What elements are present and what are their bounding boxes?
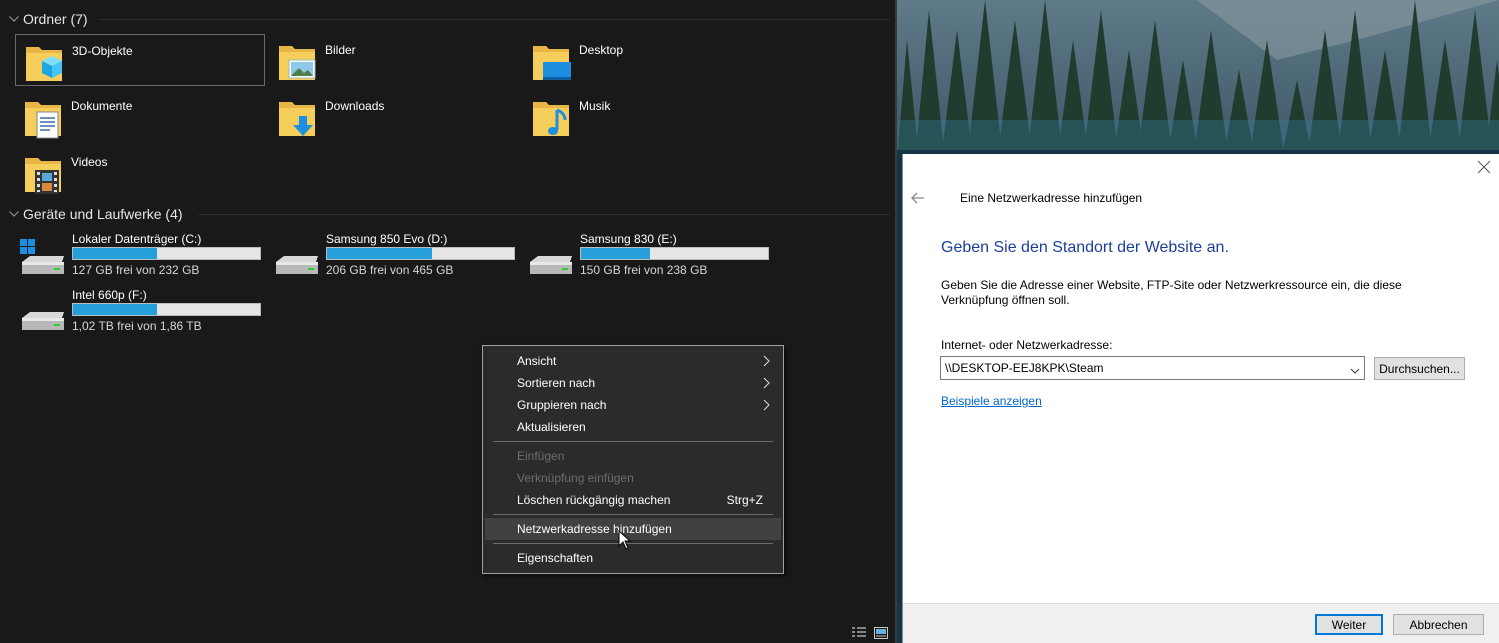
chevron-right-icon [763, 355, 771, 367]
menu-item-aktualisieren[interactable]: Aktualisieren [485, 416, 781, 438]
status-bar [0, 622, 895, 643]
group-divider [100, 19, 890, 20]
menu-item-loeschen-rueckgaengig[interactable]: Löschen rückgängig machen Strg+Z [485, 489, 781, 511]
menu-item-gruppieren-nach[interactable]: Gruppieren nach [485, 394, 781, 416]
dialog-heading: Geben Sie den Standort der Website an. [941, 239, 1229, 256]
system-drive-icon [16, 238, 66, 276]
menu-item-shortcut: Strg+Z [726, 493, 763, 507]
dialog-footer: Weiter Abbrechen [903, 603, 1499, 643]
folder-name: Dokumente [71, 99, 133, 113]
menu-item-label: Eigenschaften [517, 551, 594, 565]
drive-tile-c[interactable]: Lokaler Datenträger (C:) 127 GB frei von… [16, 232, 266, 282]
menu-item-label: Aktualisieren [517, 420, 586, 434]
cancel-button[interactable]: Abbrechen [1393, 614, 1484, 635]
close-icon[interactable] [1477, 160, 1491, 174]
drives-group-label: Geräte und Laufwerke (4) [23, 206, 183, 222]
folders-group-header[interactable]: Ordner (7) [6, 9, 88, 29]
browse-button[interactable]: Durchsuchen... [1374, 357, 1465, 380]
drives-group-header[interactable]: Geräte und Laufwerke (4) [6, 204, 183, 224]
menu-separator [493, 543, 773, 544]
drive-usage-bar [72, 303, 261, 316]
menu-item-eigenschaften[interactable]: Eigenschaften [485, 547, 781, 569]
details-view-icon[interactable] [851, 626, 867, 640]
chevron-down-icon[interactable] [6, 206, 22, 222]
context-menu: Ansicht Sortieren nach Gruppieren nach A… [482, 345, 784, 574]
menu-separator [493, 441, 773, 442]
drive-tile-e[interactable]: Samsung 830 (E:) 150 GB frei von 238 GB [524, 232, 774, 282]
videos-folder-icon [23, 152, 63, 196]
dialog-description: Geben Sie die Adresse einer Website, FTP… [941, 278, 1402, 307]
mouse-cursor-icon [618, 529, 632, 550]
chevron-right-icon [763, 377, 771, 389]
examples-link[interactable]: Beispiele anzeigen [941, 394, 1042, 408]
folder-tile-musik[interactable]: Musik [523, 90, 773, 142]
folder-name: Bilder [325, 43, 356, 57]
chevron-down-icon[interactable] [6, 11, 22, 27]
menu-item-label: Einfügen [517, 449, 565, 463]
drive-tile-f[interactable]: Intel 660p (F:) 1,02 TB frei von 1,86 TB [16, 288, 266, 338]
folder-name: 3D-Objekte [72, 44, 133, 58]
drive-free-space: 1,02 TB frei von 1,86 TB [72, 319, 202, 333]
drive-usage-bar [72, 247, 261, 260]
folder-tile-3d-objekte[interactable]: 3D-Objekte [15, 34, 265, 86]
desktop-folder-icon [531, 40, 571, 84]
folder-tile-dokumente[interactable]: Dokumente [15, 90, 265, 142]
folder-name: Downloads [325, 99, 385, 113]
back-arrow-icon[interactable] [911, 192, 925, 204]
3d-objects-folder-icon [24, 41, 64, 85]
menu-item-label: Sortieren nach [517, 376, 596, 390]
drive-name: Samsung 830 (E:) [580, 232, 677, 246]
menu-item-netzwerkadresse-hinzufuegen[interactable]: Netzwerkadresse hinzufügen [485, 518, 781, 540]
add-network-location-dialog: Eine Netzwerkadresse hinzufügen Geben Si… [902, 154, 1499, 643]
menu-item-ansicht[interactable]: Ansicht [485, 350, 781, 372]
drive-tile-d[interactable]: Samsung 850 Evo (D:) 206 GB frei von 465… [270, 232, 520, 282]
menu-item-label: Ansicht [517, 354, 557, 368]
menu-item-label: Gruppieren nach [517, 398, 607, 412]
music-folder-icon [531, 96, 571, 140]
documents-folder-icon [23, 96, 63, 140]
group-divider [198, 214, 890, 215]
menu-item-label: Löschen rückgängig machen [517, 493, 671, 507]
folder-tile-downloads[interactable]: Downloads [269, 90, 519, 142]
folder-name: Musik [579, 99, 611, 113]
pictures-folder-icon [277, 40, 317, 84]
address-combobox[interactable] [940, 356, 1365, 380]
next-button[interactable]: Weiter [1315, 614, 1383, 635]
drive-name: Samsung 850 Evo (D:) [326, 232, 448, 246]
folder-tile-bilder[interactable]: Bilder [269, 34, 519, 86]
folder-name: Desktop [579, 43, 624, 57]
folders-group-label: Ordner (7) [23, 11, 88, 27]
folder-name: Videos [71, 155, 108, 169]
folder-tile-videos[interactable]: Videos [15, 146, 265, 198]
drive-free-space: 206 GB frei von 465 GB [326, 263, 454, 277]
drive-free-space: 127 GB frei von 232 GB [72, 263, 200, 277]
folder-tile-desktop[interactable]: Desktop [523, 34, 773, 86]
downloads-folder-icon [277, 96, 317, 140]
drive-icon [270, 238, 320, 276]
menu-item-einfuegen[interactable]: Einfügen [485, 445, 781, 467]
drive-usage-bar [580, 247, 769, 260]
menu-item-sortieren-nach[interactable]: Sortieren nach [485, 372, 781, 394]
address-input[interactable] [945, 360, 1340, 376]
chevron-right-icon [763, 399, 771, 411]
large-icons-view-icon[interactable] [873, 626, 889, 640]
drive-name: Intel 660p (F:) [72, 288, 147, 302]
drive-icon [524, 238, 574, 276]
menu-separator [493, 514, 773, 515]
menu-item-label: Netzwerkadresse hinzufügen [517, 522, 672, 536]
drive-free-space: 150 GB frei von 238 GB [580, 263, 708, 277]
chevron-down-icon[interactable] [1350, 364, 1360, 374]
menu-item-label: Verknüpfung einfügen [517, 471, 634, 485]
dialog-title: Eine Netzwerkadresse hinzufügen [960, 191, 1143, 205]
drive-icon [16, 294, 66, 332]
drive-usage-bar [326, 247, 515, 260]
drive-name: Lokaler Datenträger (C:) [72, 232, 202, 246]
menu-item-verknuepfung-einfuegen[interactable]: Verknüpfung einfügen [485, 467, 781, 489]
address-field-label: Internet- oder Netzwerkadresse: [941, 338, 1113, 352]
